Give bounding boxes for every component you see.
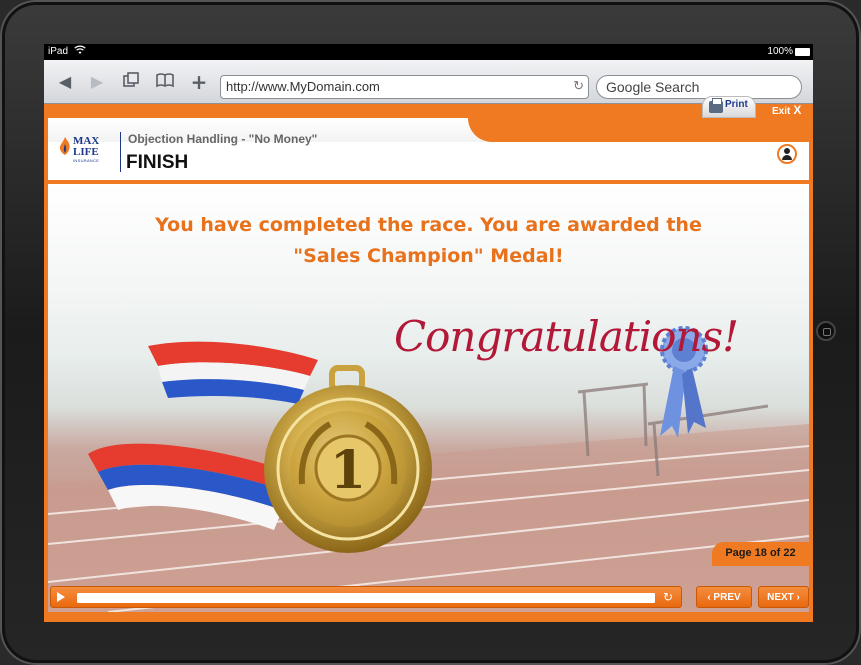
- printer-icon: [709, 98, 723, 113]
- header-divider: [120, 132, 121, 172]
- url-text: http://www.MyDomain.com: [226, 79, 380, 94]
- reload-icon[interactable]: ↻: [573, 78, 584, 94]
- completion-line2: "Sales Champion" Medal!: [293, 245, 564, 267]
- page-indicator: Page 18 of 22: [712, 542, 809, 566]
- logo-line2: LIFE: [73, 146, 99, 158]
- user-icon[interactable]: [777, 144, 797, 164]
- exit-label: Exit: [772, 106, 791, 117]
- page-title: FINISH: [126, 152, 189, 173]
- finish-stage: You have completed the race. You are awa…: [48, 184, 809, 612]
- status-bar: iPad 100%: [44, 44, 813, 60]
- exit-button[interactable]: Exit X: [772, 103, 801, 117]
- close-icon: X: [793, 103, 802, 117]
- module-title: Objection Handling - "No Money": [128, 132, 318, 146]
- completion-message: You have completed the race. You are awa…: [48, 210, 809, 272]
- print-button[interactable]: Print: [702, 96, 756, 118]
- header-tab: [468, 118, 809, 142]
- tabs-icon[interactable]: [120, 72, 142, 92]
- medal-number: 1: [330, 440, 366, 501]
- congratulations-text: Congratulations!: [394, 312, 739, 361]
- screen: iPad 100% ◀ ▶ + http://www.MyDomain.com …: [44, 44, 813, 622]
- next-button[interactable]: NEXT ›: [758, 586, 809, 608]
- course-player: MAX LIFE INSURANCE Objection Handling - …: [44, 96, 813, 622]
- add-icon[interactable]: +: [188, 72, 210, 92]
- flame-icon: [59, 137, 70, 155]
- content-area: You have completed the race. You are awa…: [48, 184, 809, 612]
- url-field[interactable]: http://www.MyDomain.com ↻: [220, 75, 589, 99]
- battery-icon: [795, 48, 810, 56]
- browser-toolbar: ◀ ▶ + http://www.MyDomain.com ↻ Google S…: [44, 60, 813, 104]
- replay-icon[interactable]: ↻: [663, 590, 673, 604]
- medal-graphic: 1: [264, 365, 432, 553]
- print-label: Print: [725, 99, 748, 110]
- progress-track[interactable]: [77, 593, 655, 603]
- device-label: iPad: [48, 46, 69, 57]
- home-button[interactable]: [816, 321, 836, 341]
- back-icon[interactable]: ◀: [54, 72, 76, 92]
- course-header: MAX LIFE INSURANCE Objection Handling - …: [48, 118, 809, 180]
- forward-icon[interactable]: ▶: [86, 72, 108, 92]
- logo-line3: INSURANCE: [73, 158, 100, 163]
- player-controls: ↻ ‹ PREV NEXT ›: [48, 584, 809, 614]
- company-logo: MAX LIFE INSURANCE: [58, 132, 113, 168]
- completion-line1: You have completed the race. You are awa…: [155, 214, 702, 236]
- prev-button[interactable]: ‹ PREV: [696, 586, 752, 608]
- search-field[interactable]: Google Search: [596, 75, 802, 99]
- wifi-icon: [74, 45, 86, 58]
- search-placeholder: Google Search: [606, 79, 700, 95]
- bookmarks-icon[interactable]: [154, 72, 176, 92]
- battery-percent: 100%: [767, 46, 793, 57]
- playback-bar: ↻: [50, 586, 682, 608]
- play-icon[interactable]: [57, 592, 65, 602]
